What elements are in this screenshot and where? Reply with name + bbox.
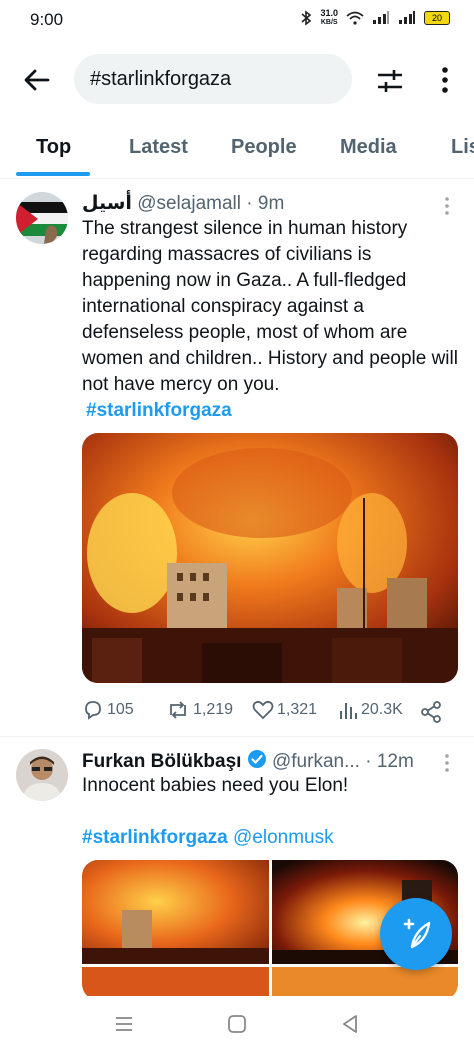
system-nav-bar <box>0 996 474 1053</box>
mention-link[interactable]: @elonmusk <box>233 827 334 848</box>
tweet-more-icon[interactable] <box>440 753 454 773</box>
tweet-text-content: The strangest silence in human history r… <box>82 218 458 395</box>
search-input[interactable]: #starlinkforgaza <box>74 54 352 104</box>
compose-icon <box>403 918 431 949</box>
network-speed-value: 31.0 <box>320 8 338 18</box>
repost-button[interactable]: 1,219 <box>166 699 233 721</box>
tweet-more-icon[interactable] <box>440 196 454 216</box>
like-count: 1,321 <box>277 701 318 718</box>
avatar[interactable] <box>16 192 68 244</box>
repost-count: 1,219 <box>193 701 234 718</box>
tweet-time: 12m <box>376 751 414 772</box>
tweet-header: Furkan Bölükbaşı @furkan... · 12m <box>82 749 414 773</box>
search-header: #starlinkforgaza <box>0 52 474 108</box>
views-count: 20.3K <box>361 701 403 718</box>
tweet-actions: 105 1,219 1,321 20.3K <box>82 699 462 729</box>
tab-latest[interactable]: Latest <box>129 136 188 159</box>
network-speed-unit: KB/S <box>320 19 338 26</box>
author-handle[interactable]: @selajamall <box>137 193 241 214</box>
recent-apps-icon[interactable] <box>112 1012 136 1036</box>
status-icons: 31.0 KB/S 20 <box>300 9 450 27</box>
avatar[interactable] <box>16 749 68 801</box>
separator-dot: · <box>365 751 372 772</box>
compose-button[interactable] <box>380 898 452 970</box>
tab-lists[interactable]: Lis <box>451 136 474 159</box>
tweet-tags: #starlinkforgaza @elonmusk <box>82 825 462 851</box>
wifi-icon <box>346 11 364 25</box>
home-icon[interactable] <box>225 1012 249 1036</box>
signal-icon-2 <box>399 11 415 24</box>
hashtag-link[interactable]: #starlinkforgaza <box>82 827 228 848</box>
bluetooth-icon <box>301 10 312 26</box>
search-tabs: Top Latest People Media Lis <box>0 122 474 179</box>
back-arrow-icon[interactable] <box>22 66 52 94</box>
like-icon <box>252 700 274 720</box>
tweet-text: The strangest silence in human history r… <box>82 216 462 424</box>
status-bar: 9:00 31.0 KB/S 20 <box>0 0 474 40</box>
back-nav-icon[interactable] <box>338 1012 362 1036</box>
author-name[interactable]: Furkan Bölükbaşı <box>82 751 241 772</box>
user-photo-avatar <box>16 749 68 801</box>
hashtag-link[interactable]: #starlinkforgaza <box>86 398 232 424</box>
tab-media[interactable]: Media <box>340 136 397 159</box>
tweet-text: Innocent babies need you Elon! <box>82 773 462 799</box>
network-speed: 31.0 KB/S <box>320 9 338 27</box>
tweet[interactable]: أسيل @selajamall · 9m The strangest sile… <box>0 180 474 736</box>
reply-button[interactable]: 105 <box>82 699 134 721</box>
status-time: 9:00 <box>30 10 64 29</box>
signal-icon-1 <box>373 11 389 24</box>
palestine-flag-avatar <box>16 192 68 244</box>
filter-icon[interactable] <box>375 66 405 96</box>
share-icon[interactable] <box>420 701 442 723</box>
tab-top[interactable]: Top <box>36 136 71 159</box>
repost-icon <box>170 701 186 719</box>
author-handle[interactable]: @furkan... <box>272 751 360 772</box>
like-button[interactable]: 1,321 <box>252 699 317 721</box>
city-fire-photo <box>82 433 458 683</box>
tweet-text-content: Innocent babies need you Elon! <box>82 775 349 796</box>
battery-indicator: 20 <box>424 11 450 25</box>
views-button[interactable]: 20.3K <box>338 699 403 721</box>
verified-icon <box>247 750 266 768</box>
tweet-time: 9m <box>257 193 285 214</box>
reply-count: 105 <box>107 701 134 718</box>
more-vertical-icon[interactable] <box>430 65 460 95</box>
views-icon <box>340 703 357 719</box>
reply-icon <box>85 701 101 720</box>
separator-dot: · <box>246 193 253 214</box>
tweet-image[interactable] <box>82 433 458 683</box>
author-name[interactable]: أسيل <box>82 193 132 214</box>
active-tab-indicator <box>16 172 90 176</box>
tweet-header: أسيل @selajamall · 9m <box>82 192 284 215</box>
tab-people[interactable]: People <box>231 136 297 159</box>
